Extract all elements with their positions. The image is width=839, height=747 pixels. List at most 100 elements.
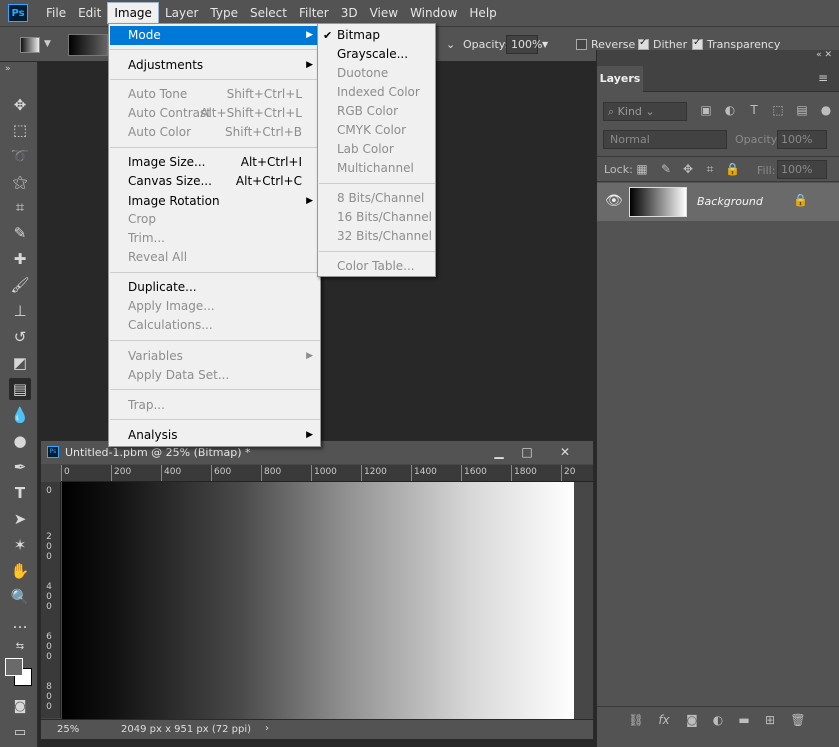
blend-mode-dropdown[interactable]: Normal [603,130,727,149]
opacity-dropdown-icon[interactable]: ▼ [542,40,548,49]
collapse-panel-icon[interactable]: « ✕ [816,50,832,60]
layer-name[interactable]: Background [697,195,763,208]
fill-input[interactable]: 100% [777,160,827,179]
filter-toggle-icon[interactable]: ● [819,103,833,117]
menu-item-variables[interactable]: Variables ▶ [110,347,320,366]
menu-filter[interactable]: Filter [293,3,335,23]
transparency-checkbox[interactable] [692,37,703,50]
menu-item-calculations[interactable]: Calculations... [110,316,320,335]
shape-tool-icon[interactable]: ✶ [9,534,31,556]
mode-item-bitmap[interactable]: ✔ Bitmap [319,26,435,45]
image-filter-icon[interactable]: ▣ [699,103,713,117]
screen-mode-icon[interactable]: ▭ [9,722,31,744]
mode-item-8-bits[interactable]: 8 Bits/Channel [319,189,435,208]
crop-tool-icon[interactable]: ⌗ [9,196,31,218]
gradient-editor-swatch[interactable] [68,34,108,56]
menu-window[interactable]: Window [404,3,463,23]
menu-item-trap[interactable]: Trap... [110,396,320,415]
menu-item-analysis[interactable]: Analysis ▶ [110,426,320,445]
type-filter-icon[interactable]: T [747,103,761,117]
horizontal-ruler[interactable]: 0 200 400 600 800 1000 1200 1400 1600 18… [61,465,593,482]
menu-item-canvas-size[interactable]: Canvas Size... Alt+Ctrl+C [110,172,320,191]
lasso-tool-icon[interactable]: ➰ [9,145,31,167]
dropdown-chevron-icon[interactable]: ⌄ [446,38,455,51]
menu-item-apply-image[interactable]: Apply Image... [110,297,320,316]
mode-item-32-bits[interactable]: 32 Bits/Channel [319,227,435,246]
menu-item-duplicate[interactable]: Duplicate... [110,278,320,297]
mode-item-color-table[interactable]: Color Table... [319,257,435,276]
magic-wand-tool-icon[interactable]: ⚝ [9,171,31,193]
collapse-arrows-icon[interactable]: » [5,64,11,74]
mode-item-indexed-color[interactable]: Indexed Color [319,83,435,102]
healing-brush-tool-icon[interactable]: ✚ [9,248,31,270]
mode-item-multichannel[interactable]: Multichannel [319,159,435,178]
menu-item-auto-contrast[interactable]: Auto Contrast Alt+Shift+Ctrl+L [110,104,320,123]
menu-item-reveal-all[interactable]: Reveal All [110,248,320,267]
eraser-tool-icon[interactable]: ◩ [9,352,31,374]
foreground-color-swatch[interactable] [5,658,23,676]
reverse-checkbox[interactable] [576,39,587,50]
menu-item-crop[interactable]: Crop [110,210,320,229]
mode-item-lab-color[interactable]: Lab Color [319,140,435,159]
kind-filter-dropdown[interactable]: ⌕ Kind ⌄ [603,102,687,121]
menu-edit[interactable]: Edit [72,3,107,23]
menu-item-auto-color[interactable]: Auto Color Shift+Ctrl+B [110,123,320,142]
fx-icon[interactable]: fx [655,712,673,728]
menu-select[interactable]: Select [244,3,293,23]
tool-preset-picker[interactable] [20,37,40,53]
menu-item-apply-data-set[interactable]: Apply Data Set... [110,366,320,385]
adjustment-layer-icon[interactable]: ◐ [709,712,727,728]
quick-mask-icon[interactable]: ◙ [9,696,31,718]
zoom-tool-icon[interactable]: 🔍 [9,586,31,608]
layer-row-background[interactable]: 👁 Background 🔒 [597,183,839,221]
layer-opacity-input[interactable]: 100% [777,130,827,149]
trash-icon[interactable]: 🗑 [789,712,807,728]
smart-object-filter-icon[interactable]: ▤ [795,103,809,117]
maximize-icon[interactable]: □ [517,443,537,461]
mode-item-grayscale[interactable]: Grayscale... [319,45,435,64]
lock-artboard-icon[interactable]: ⌗ [703,162,717,176]
new-layer-icon[interactable]: ⊞ [761,712,779,728]
lock-icon[interactable]: 🔒 [793,193,808,207]
menu-view[interactable]: View [364,3,404,23]
menu-item-auto-tone[interactable]: Auto Tone Shift+Ctrl+L [110,85,320,104]
hand-tool-icon[interactable]: ✋ [9,560,31,582]
chevron-down-icon[interactable]: ▼ [44,39,51,49]
mode-item-cmyk-color[interactable]: CMYK Color [319,121,435,140]
lock-transparent-pixels-icon[interactable]: ▦ [635,162,649,176]
gradient-tool-icon[interactable]: ▤ [9,378,31,400]
opacity-input[interactable]: 100% [506,35,542,54]
menu-type[interactable]: Type [204,3,244,23]
adjustment-filter-icon[interactable]: ◐ [723,103,737,117]
clone-stamp-tool-icon[interactable]: ⊥ [9,300,31,322]
dither-checkbox[interactable] [638,37,649,50]
image-canvas[interactable] [62,482,574,719]
menu-item-trim[interactable]: Trim... [110,229,320,248]
dodge-tool-icon[interactable]: ● [9,430,31,452]
move-tool-icon[interactable]: ✥ [9,94,31,116]
lock-position-icon[interactable]: ✥ [681,162,695,176]
eyedropper-tool-icon[interactable]: ✎ [9,222,31,244]
zoom-level[interactable]: 25% [57,724,79,735]
menu-image[interactable]: Image [107,2,159,24]
new-group-icon[interactable]: ▬ [735,712,753,728]
swap-colors-icon[interactable]: ⇆ [9,636,31,658]
menu-item-image-rotation[interactable]: Image Rotation ▶ [110,192,320,211]
menu-item-adjustments[interactable]: Adjustments ▶ [110,56,320,75]
lock-image-pixels-icon[interactable]: ✎ [659,162,673,176]
eye-icon[interactable]: 👁 [605,193,623,209]
menu-3d[interactable]: 3D [335,3,364,23]
tab-layers[interactable]: Layers [597,66,643,92]
blur-tool-icon[interactable]: 💧 [9,404,31,426]
menu-item-mode[interactable]: Mode ▶ [110,26,320,45]
path-selection-tool-icon[interactable]: ➤ [9,508,31,530]
menu-file[interactable]: File [40,3,72,23]
link-layers-icon[interactable]: ⛓ [627,712,645,728]
close-icon[interactable]: ✕ [555,443,575,461]
add-mask-icon[interactable]: ◙ [683,712,701,728]
marquee-tool-icon[interactable]: ⬚ [9,119,31,141]
shape-filter-icon[interactable]: ⬚ [771,103,785,117]
lock-all-icon[interactable]: 🔒 [725,162,740,176]
vertical-ruler[interactable]: 0 200 400 600 800 [41,482,61,718]
mode-item-duotone[interactable]: Duotone [319,64,435,83]
